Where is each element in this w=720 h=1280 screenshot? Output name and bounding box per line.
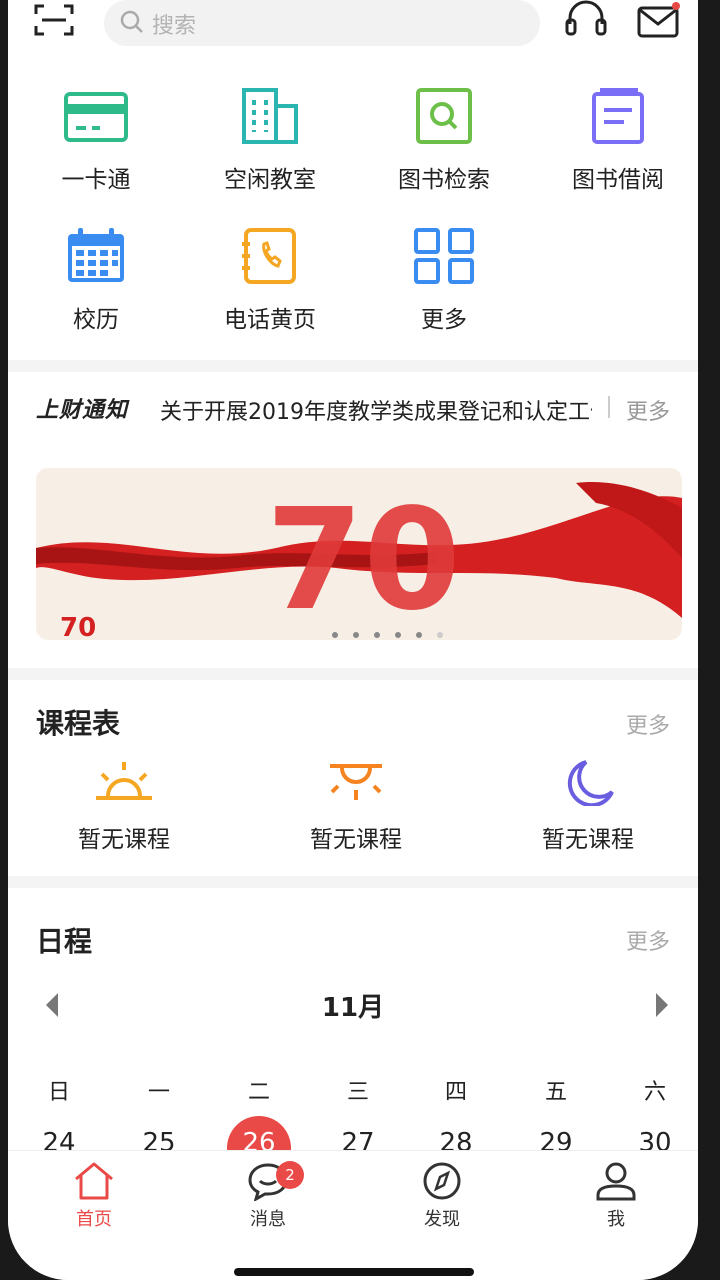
search-bar[interactable]: 搜索 <box>104 0 540 46</box>
tab-me[interactable]: 我 <box>566 1161 666 1231</box>
compass-icon <box>423 1162 461 1200</box>
search-placeholder: 搜索 <box>152 14 197 39</box>
book-search-icon <box>416 88 472 144</box>
schedule-title: 课程表 <box>36 707 121 740</box>
grid-item-phone-book[interactable]: 电话黄页 <box>200 226 340 346</box>
carousel-dots <box>332 623 453 640</box>
carousel-dot[interactable] <box>437 632 444 638</box>
home-indicator[interactable] <box>234 1268 474 1276</box>
agenda-title: 日程 <box>36 925 93 958</box>
schedule-slot-label: 暂无课程 <box>78 827 170 853</box>
weekday-label: 日 <box>47 1080 70 1105</box>
grid-item-book-search[interactable]: 图书检索 <box>374 86 514 206</box>
grid-label: 图书检索 <box>398 167 490 193</box>
grid-item-book-borrow[interactable]: 图书借阅 <box>548 86 688 206</box>
notice-text[interactable]: 关于开展2019年度教学类成果登记和认定工作的通知 <box>160 394 592 426</box>
grid-item-card[interactable]: 一卡通 <box>26 86 166 206</box>
sunrise-icon <box>96 762 152 800</box>
schedule-slot-label: 暂无课程 <box>310 827 402 853</box>
book-borrow-icon <box>592 88 644 144</box>
top-bar: 搜索 <box>8 0 698 56</box>
grid-label: 图书借阅 <box>572 167 664 193</box>
weekday-label: 六 <box>643 1080 666 1105</box>
section-divider <box>8 876 698 888</box>
tab-home[interactable]: 首页 <box>44 1161 144 1231</box>
carousel-dot[interactable] <box>374 632 381 638</box>
tab-label: 我 <box>607 1209 625 1230</box>
month-navigator: 11月 <box>8 985 698 1025</box>
notice-more-link[interactable]: 更多 <box>626 394 670 426</box>
schedule-slot-afternoon[interactable]: 暂无课程 <box>266 758 446 854</box>
home-icon <box>75 1162 113 1200</box>
carousel-dot[interactable] <box>416 632 423 638</box>
carousel-dot[interactable] <box>353 632 360 638</box>
message-badge: 2 <box>276 1161 304 1189</box>
weekday-label: 三 <box>346 1080 369 1105</box>
schedule-slot-morning[interactable]: 暂无课程 <box>34 758 214 854</box>
mail-icon[interactable] <box>636 2 680 38</box>
calendar-icon <box>68 228 124 282</box>
schedule-slot-label: 暂无课程 <box>542 827 634 853</box>
headset-icon[interactable] <box>564 0 608 40</box>
carousel-dot[interactable] <box>332 632 338 638</box>
chevron-right-icon[interactable] <box>652 991 672 1019</box>
weekday-label: 四 <box>444 1080 467 1105</box>
schedule-more-link[interactable]: 更多 <box>626 708 670 740</box>
grid-item-more[interactable]: 更多 <box>374 226 514 346</box>
weekday-label: 二 <box>247 1080 270 1105</box>
grid-label: 校历 <box>73 307 119 333</box>
moon-icon <box>567 760 614 806</box>
notice-separator <box>608 396 610 418</box>
section-divider <box>8 668 698 680</box>
more-grid-icon <box>414 228 474 284</box>
agenda-more-link[interactable]: 更多 <box>626 924 670 956</box>
card-icon <box>64 92 128 142</box>
notice-brand: 上财通知 <box>36 398 129 423</box>
scan-icon[interactable] <box>32 2 76 38</box>
tab-messages[interactable]: 2 消息 <box>218 1161 318 1231</box>
sun-icon <box>330 764 382 800</box>
banner-carousel[interactable]: 70 70 <box>36 468 682 640</box>
grid-label: 一卡通 <box>61 167 131 193</box>
svg-text:70: 70 <box>60 613 96 640</box>
schedule-slot-evening[interactable]: 暂无课程 <box>498 758 678 854</box>
building-icon <box>242 88 298 144</box>
svg-text:70: 70 <box>266 479 461 640</box>
notice-bar[interactable]: 上财通知 关于开展2019年度教学类成果登记和认定工作的通知 更多 <box>8 380 698 440</box>
phone-screen: 搜索 一卡通 空闲教室 图书检索 图书借阅 校历 电话黄页 更多 上财通知 关于… <box>8 0 698 1280</box>
grid-label: 电话黄页 <box>224 307 316 333</box>
weekday-label: 一 <box>147 1080 170 1105</box>
phone-book-icon <box>242 228 296 284</box>
month-label: 11月 <box>321 993 385 1023</box>
carousel-dot[interactable] <box>395 632 402 638</box>
grid-label: 更多 <box>421 307 467 333</box>
tab-label: 消息 <box>250 1209 286 1230</box>
grid-item-calendar[interactable]: 校历 <box>26 226 166 346</box>
tab-label: 发现 <box>424 1209 460 1230</box>
weekday-label: 五 <box>544 1080 567 1105</box>
tab-discover[interactable]: 发现 <box>392 1161 492 1231</box>
user-icon <box>596 1162 636 1201</box>
grid-label: 空闲教室 <box>224 167 316 193</box>
tab-label: 首页 <box>76 1209 112 1230</box>
search-icon <box>120 10 143 33</box>
bottom-tab-bar: 首页 2 消息 发现 我 <box>8 1150 698 1280</box>
section-divider <box>8 360 698 372</box>
grid-item-classroom[interactable]: 空闲教室 <box>200 86 340 206</box>
anniversary-banner-image: 70 70 <box>36 479 682 640</box>
